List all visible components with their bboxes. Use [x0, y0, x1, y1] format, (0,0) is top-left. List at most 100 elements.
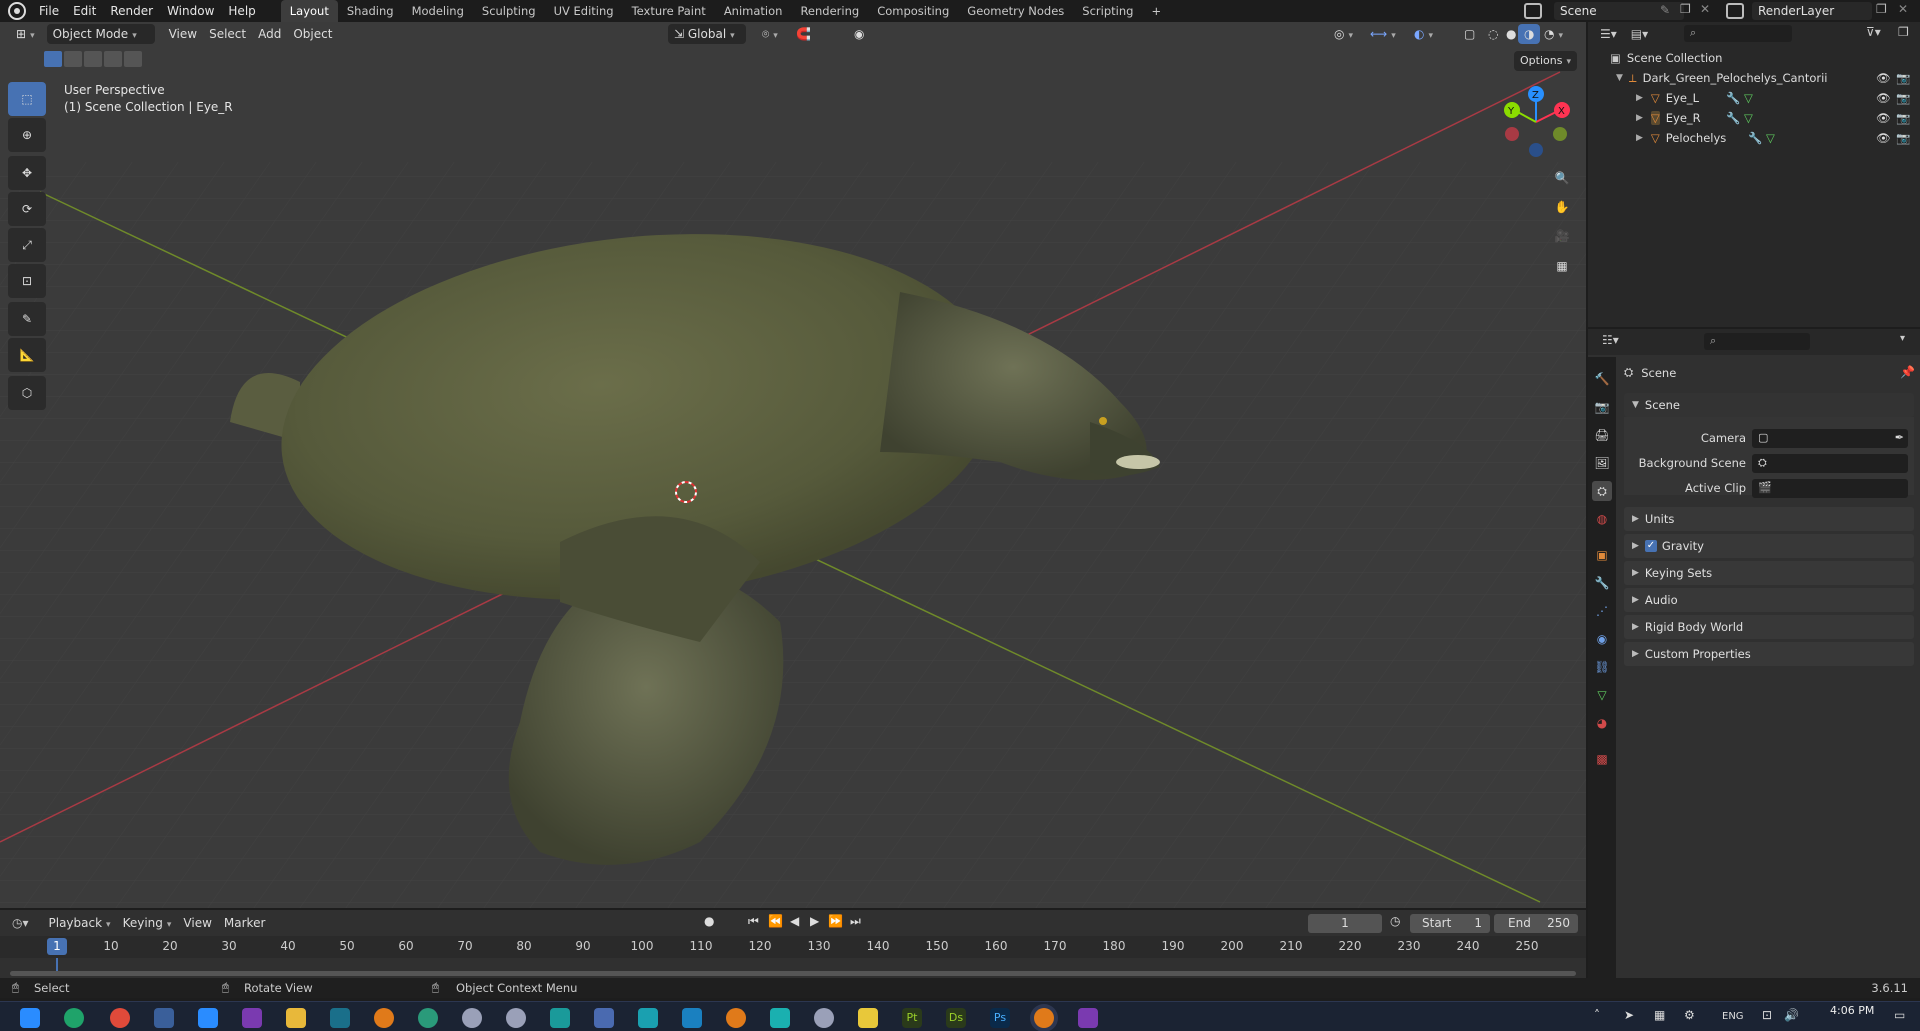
prev-keyframe-icon[interactable]: ⏪: [768, 914, 783, 928]
panel-scene-header[interactable]: ▼ Scene: [1624, 393, 1914, 417]
painter-icon[interactable]: Pt: [902, 1008, 922, 1028]
current-frame-field[interactable]: 1: [1308, 914, 1382, 933]
jump-end-icon[interactable]: ⏭: [850, 914, 861, 929]
move-tool-icon[interactable]: ✥: [8, 156, 46, 190]
snap-icon[interactable]: 🧲: [790, 24, 817, 44]
xray-icon[interactable]: ▢: [1458, 24, 1481, 44]
view-layer-icon[interactable]: [1726, 3, 1744, 19]
photoshop-icon[interactable]: Ps: [990, 1008, 1010, 1028]
panel-custom-properties[interactable]: ▶ Custom Properties: [1624, 642, 1914, 666]
timeline-editor-icon[interactable]: ◷▾: [12, 916, 29, 930]
world-tab-icon[interactable]: ◍: [1592, 509, 1612, 529]
outliner-display-mode-icon[interactable]: ▤▾: [1631, 27, 1648, 41]
play-icon[interactable]: ▶: [810, 914, 819, 928]
delete-scene-icon[interactable]: ✕: [1700, 2, 1710, 16]
zoom-icon[interactable]: 🔍: [1548, 164, 1576, 192]
app-icon[interactable]: [418, 1008, 438, 1028]
tray-chevron-icon[interactable]: ˄: [1594, 1008, 1600, 1022]
tab-compositing[interactable]: Compositing: [868, 0, 958, 22]
visibility-eye-icon[interactable]: 👁: [1876, 111, 1891, 125]
frame-ruler[interactable]: 1 10 20 30 40 50 60 70 80 90 100 110 120…: [0, 936, 1586, 958]
app-icon[interactable]: [594, 1008, 614, 1028]
timeline-view-menu[interactable]: View: [177, 913, 217, 933]
new-collection-icon[interactable]: ❐: [1898, 25, 1909, 39]
3dsmax-icon[interactable]: [682, 1008, 702, 1028]
expand-arrow-icon[interactable]: ▶: [1636, 93, 1643, 103]
tab-uv-editing[interactable]: UV Editing: [545, 0, 623, 22]
tray-app-icon[interactable]: ⚙: [1684, 1008, 1695, 1022]
output-tab-icon[interactable]: 🖨: [1592, 425, 1612, 445]
eyedropper-icon[interactable]: ✒: [1895, 431, 1904, 444]
view-layer-selector[interactable]: RenderLayer: [1752, 2, 1872, 20]
python-icon[interactable]: [858, 1008, 878, 1028]
panel-rigid-body-world[interactable]: ▶ Rigid Body World: [1624, 615, 1914, 639]
new-view-layer-icon[interactable]: ❐: [1876, 2, 1887, 16]
outliner-item[interactable]: ▼ ⟂ Dark_Green_Pelochelys_Cantorii 👁 📷: [1588, 68, 1920, 88]
menu-view[interactable]: View: [163, 24, 203, 44]
record-icon[interactable]: ●: [704, 914, 714, 928]
view-layer-tab-icon[interactable]: 🖼: [1592, 453, 1612, 473]
marker-menu[interactable]: Marker: [218, 913, 271, 933]
pin-icon[interactable]: ✎: [1660, 3, 1670, 17]
tray-app-icon[interactable]: ▦: [1654, 1008, 1665, 1022]
volume-icon[interactable]: 🔊: [1784, 1008, 1799, 1022]
new-scene-icon[interactable]: ❐: [1680, 2, 1691, 16]
visibility-eye-icon[interactable]: 👁: [1876, 131, 1891, 145]
camera-view-icon[interactable]: 🎥: [1548, 222, 1576, 250]
object-tab-icon[interactable]: ▣: [1592, 545, 1612, 565]
windows-start-icon[interactable]: [20, 1008, 40, 1028]
scale-tool-icon[interactable]: ⤢: [8, 228, 46, 262]
visibility-icon[interactable]: ◎ ▾: [1328, 24, 1359, 44]
add-cube-tool-icon[interactable]: ⬡: [8, 376, 46, 410]
onenote-icon[interactable]: [242, 1008, 262, 1028]
camera-field[interactable]: ▢ ✒: [1752, 429, 1908, 448]
outliner-search-input[interactable]: ⌕: [1684, 25, 1792, 42]
select-subtract-icon[interactable]: [84, 51, 102, 67]
menu-help[interactable]: Help: [221, 0, 262, 22]
gizmo-icon[interactable]: ⟷ ▾: [1364, 24, 1402, 44]
outliner-editor-icon[interactable]: ☰▾: [1600, 27, 1617, 41]
app-icon[interactable]: [506, 1008, 526, 1028]
mode-selector[interactable]: Object Mode ▾: [46, 24, 155, 44]
pycharm-icon[interactable]: [374, 1008, 394, 1028]
tool-tab-icon[interactable]: 🔨: [1592, 369, 1612, 389]
scene-selector-icon[interactable]: [1524, 3, 1542, 19]
filter-icon[interactable]: ⊽▾: [1866, 25, 1881, 39]
tab-scripting[interactable]: Scripting: [1073, 0, 1142, 22]
menu-object[interactable]: Object: [287, 24, 338, 44]
visibility-eye-icon[interactable]: 👁: [1876, 91, 1891, 105]
proportional-editing-icon[interactable]: ◉: [848, 24, 870, 44]
panel-audio[interactable]: ▶ Audio: [1624, 588, 1914, 612]
obs-icon[interactable]: [814, 1008, 834, 1028]
blender-app-icon[interactable]: [1034, 1008, 1054, 1028]
edge-icon[interactable]: [64, 1008, 84, 1028]
blender-app-icon[interactable]: [726, 1008, 746, 1028]
panel-gravity[interactable]: ▶ ✓ Gravity: [1624, 534, 1914, 558]
timeline-scrollbar[interactable]: [10, 971, 1576, 976]
outliner-item[interactable]: ▶ ▽ Eye_R 🔧 ▽ 👁 📷: [1588, 108, 1920, 128]
3dsmax-icon[interactable]: [638, 1008, 658, 1028]
tab-modeling[interactable]: Modeling: [403, 0, 473, 22]
visibility-eye-icon[interactable]: 👁: [1876, 71, 1891, 85]
panel-keying-sets[interactable]: ▶ Keying Sets: [1624, 561, 1914, 585]
end-frame-field[interactable]: End 250: [1494, 914, 1578, 933]
cursor-tool-icon[interactable]: ⊕: [8, 118, 46, 152]
render-camera-icon[interactable]: 📷: [1896, 111, 1910, 125]
add-workspace-button[interactable]: +: [1142, 0, 1170, 22]
expand-arrow-icon[interactable]: ▼: [1616, 73, 1623, 83]
calculator-icon[interactable]: [154, 1008, 174, 1028]
expand-arrow-icon[interactable]: ▶: [1636, 133, 1643, 143]
tab-texture-paint[interactable]: Texture Paint: [623, 0, 715, 22]
blender-app-icon[interactable]: [330, 1008, 350, 1028]
start-frame-field[interactable]: Start 1: [1410, 914, 1490, 933]
tab-geometry-nodes[interactable]: Geometry Nodes: [958, 0, 1073, 22]
render-camera-icon[interactable]: 📷: [1896, 71, 1910, 85]
tray-send-icon[interactable]: ➤: [1624, 1008, 1634, 1022]
next-keyframe-icon[interactable]: ⏩: [828, 914, 843, 928]
menu-select[interactable]: Select: [203, 24, 252, 44]
playback-menu[interactable]: Playback ▾: [43, 913, 117, 933]
data-tab-icon[interactable]: ▽: [1592, 685, 1612, 705]
language-indicator[interactable]: ENG: [1722, 1011, 1744, 1022]
chrome-icon[interactable]: [110, 1008, 130, 1028]
3d-viewport[interactable]: [0, 22, 1586, 908]
